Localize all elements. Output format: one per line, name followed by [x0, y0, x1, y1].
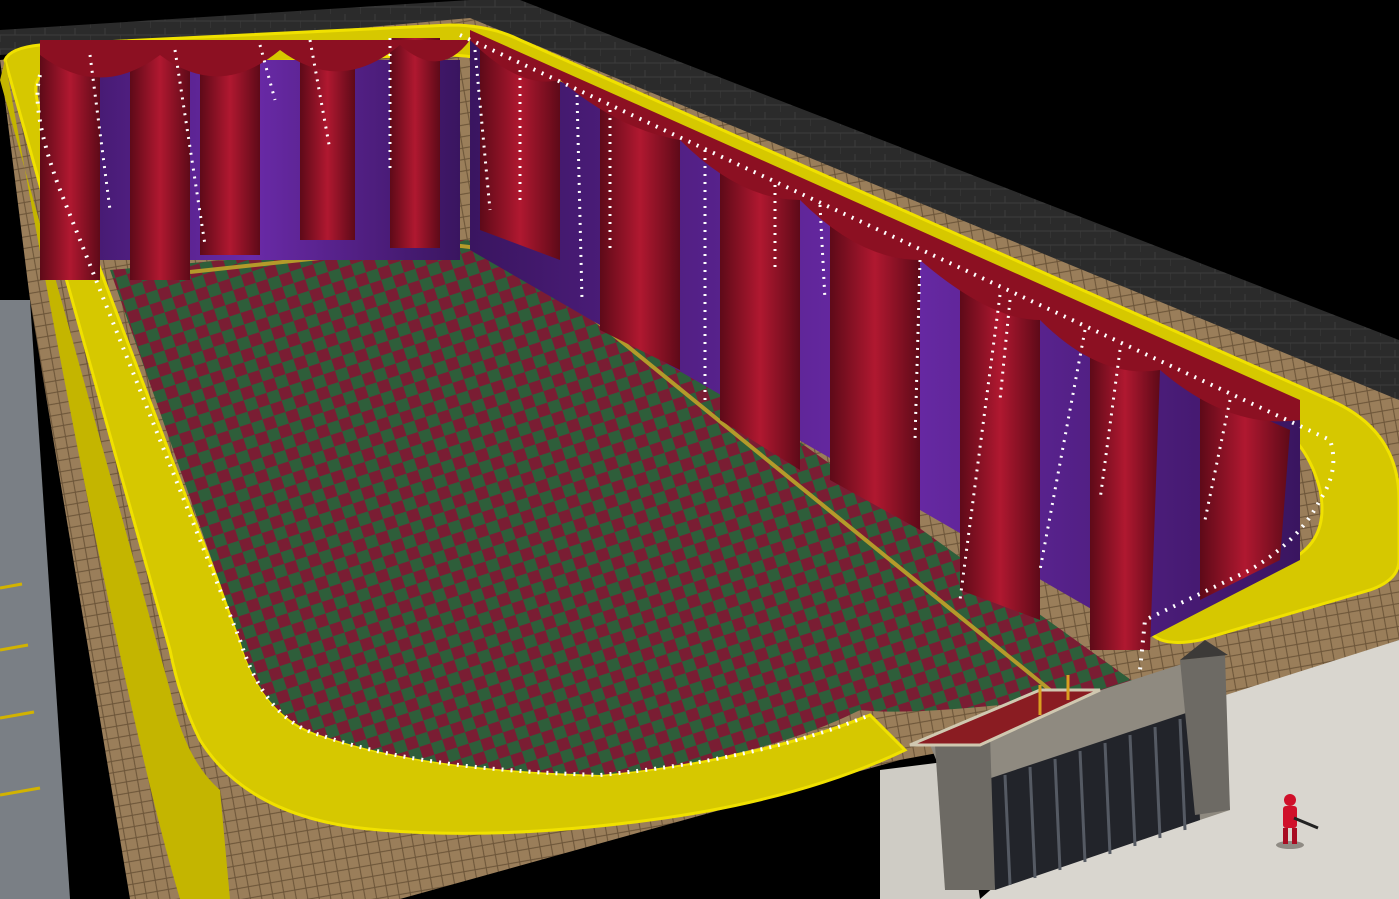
game-viewport[interactable] [0, 0, 1399, 899]
gate-tower-left [935, 735, 995, 890]
soldier-head [1284, 794, 1296, 806]
